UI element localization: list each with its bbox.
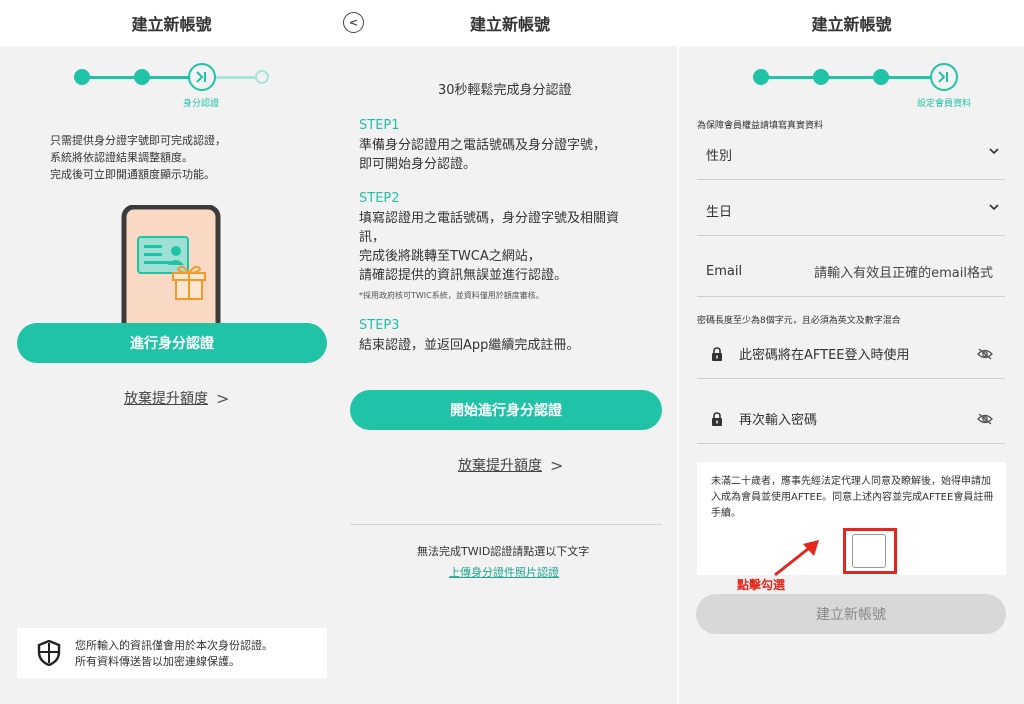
step2-line: 完成後將跳轉至TWCA之網站， [359, 249, 541, 264]
chevron-down-icon [989, 148, 999, 155]
identity-verification-panel: 建立新帳號 身分認證 只需提供身分證字號即可完成認證， 系統將依認證結果調整額度… [0, 0, 343, 704]
page-title: 建立新帳號 [469, 15, 550, 34]
intro-line: 完成後可立即開通額度顯示功能。 [50, 168, 215, 181]
step-dot-1 [74, 69, 90, 85]
fallback-text: 無法完成TWID認證請點選以下文字 [417, 545, 590, 558]
member-info-panel: 建立新帳號 設定會員資料 為保障會員權益請填寫真實資料 性別 生日 Email … [679, 0, 1024, 704]
step2-line: 請確認提供的資訊無誤並進行認證。 [359, 268, 568, 283]
skip-limit-link[interactable]: 放棄提升額度 > [458, 455, 563, 475]
step3-title: STEP3 [359, 318, 400, 333]
step2-line: 訊， [359, 230, 386, 245]
notice-line: 您所輸入的資訊僅會用於本次身份認證。 [75, 639, 273, 652]
birthday-label: 生日 [706, 205, 733, 220]
skip-limit-link[interactable]: 放棄提升額度 > [124, 388, 229, 408]
create-account-button[interactable]: 建立新帳號 [696, 594, 1006, 634]
step-dot-2 [134, 69, 150, 85]
step3-line: 結束認證，並返回App繼續完成註冊。 [359, 338, 580, 353]
step2-note: *採用政府核可TWIC系統，並資料僅用於額度審核。 [359, 291, 544, 300]
email-placeholder: 請輸入有效且正確的email格式 [814, 266, 993, 281]
upload-id-photo-link[interactable]: 上傳身分證件照片認證 [449, 564, 559, 581]
email-field[interactable]: Email 請輸入有效且正確的email格式 [697, 247, 1005, 297]
verify-identity-button[interactable]: 進行身分認證 [17, 323, 327, 363]
privacy-notice-text: 您所輸入的資訊僅會用於本次身份認證。 所有資料傳送皆以加密連線保護。 [75, 638, 273, 670]
step-caption: 設定會員資料 [917, 99, 972, 109]
password-confirm-placeholder: 再次輸入密碼 [739, 413, 818, 428]
gender-label: 性別 [706, 149, 733, 164]
step-dot-4 [255, 70, 269, 84]
eye-off-icon[interactable] [977, 411, 993, 427]
lock-icon [712, 411, 722, 426]
agreement-box: 未滿二十歲者，應事先經法定代理人同意及瞭解後，始得申請加入成為會員並使用AFTE… [697, 462, 1006, 575]
shield-icon [37, 640, 61, 666]
back-arrow-icon: < [348, 16, 359, 29]
agreement-checkbox[interactable] [852, 534, 886, 568]
step-dot-3 [873, 69, 889, 85]
subtitle: 30秒輕鬆完成身分認證 [438, 83, 572, 98]
step3-body: 結束認證，並返回App繼續完成註冊。 [359, 336, 579, 355]
step2-body: 填寫認證用之電話號碼，身分證字號及相關資 訊， 完成後將跳轉至TWCA之網站， … [359, 209, 619, 285]
page-title: 建立新帳號 [131, 15, 212, 34]
step-caption: 身分認證 [183, 99, 220, 109]
lock-icon [712, 346, 722, 361]
notice-line: 所有資料傳送皆以加密連線保護。 [75, 655, 240, 668]
page-title: 建立新帳號 [811, 15, 892, 34]
agreement-text: 未滿二十歲者，應事先經法定代理人同意及瞭解後，始得申請加入成為會員並使用AFTE… [711, 476, 994, 519]
step-arrow-icon [938, 71, 948, 83]
step2-line: 填寫認證用之電話號碼，身分證字號及相關資 [359, 211, 620, 226]
skip-limit-label: 放棄提升額度 [458, 458, 542, 474]
birthday-select[interactable]: 生日 [697, 186, 1005, 236]
password-confirm-field[interactable]: 再次輸入密碼 [697, 394, 1005, 444]
password-field[interactable]: 此密碼將在AFTEE登入時使用 [697, 329, 1005, 379]
panel1-header: 建立新帳號 [0, 0, 343, 46]
step1-title: STEP1 [359, 118, 400, 133]
step1-body: 準備身分認證用之電話號碼及身分證字號， 即可開始身分認證。 [359, 136, 606, 174]
annotation-label: 點擊勾選 [737, 578, 786, 592]
current-step-icon [930, 63, 958, 91]
start-verification-label: 開始進行身分認證 [450, 403, 562, 419]
step1-line: 即可開始身分認證。 [359, 157, 477, 172]
step1-line: 準備身分認證用之電話號碼及身分證字號， [359, 138, 607, 153]
panel3-header: 建立新帳號 [679, 0, 1024, 46]
chevron-right-icon: > [550, 455, 564, 475]
intro-line: 系統將依認證結果調整額度。 [50, 151, 193, 164]
current-step-icon [188, 63, 216, 91]
annotation-arrow-icon [774, 540, 819, 577]
password-rule: 密碼長度至少為8個字元，且必須為英文及數字混合 [697, 316, 901, 326]
start-verification-button[interactable]: 開始進行身分認證 [350, 390, 662, 430]
chevron-right-icon: > [216, 388, 230, 408]
panel2-header: < 建立新帳號 [343, 0, 677, 46]
progress-line-done [761, 76, 941, 79]
email-label: Email [706, 264, 743, 279]
create-account-label: 建立新帳號 [816, 607, 886, 623]
section-divider [350, 524, 662, 525]
privacy-notice: 您所輸入的資訊僅會用於本次身份認證。 所有資料傳送皆以加密連線保護。 [17, 628, 327, 678]
back-button[interactable]: < [343, 12, 364, 33]
step-dot-2 [813, 69, 829, 85]
intro-text: 只需提供身分證字號即可完成認證， 系統將依認證結果調整額度。 完成後可立即開通額… [50, 132, 226, 183]
step2-title: STEP2 [359, 191, 400, 206]
phone-id-card-illustration [121, 205, 221, 330]
gender-select[interactable]: 性別 [697, 130, 1005, 180]
step-dot-1 [753, 69, 769, 85]
verify-identity-label: 進行身分認證 [130, 336, 214, 352]
skip-limit-label: 放棄提升額度 [124, 391, 208, 407]
eye-off-icon[interactable] [977, 346, 993, 362]
chevron-down-icon [989, 204, 999, 211]
password-placeholder: 此密碼將在AFTEE登入時使用 [739, 348, 910, 363]
intro-line: 只需提供身分證字號即可完成認證， [50, 134, 226, 147]
verification-steps-panel: < 建立新帳號 30秒輕鬆完成身分認證 STEP1 準備身分認證用之電話號碼及身… [343, 0, 677, 704]
step-arrow-icon [196, 71, 206, 83]
